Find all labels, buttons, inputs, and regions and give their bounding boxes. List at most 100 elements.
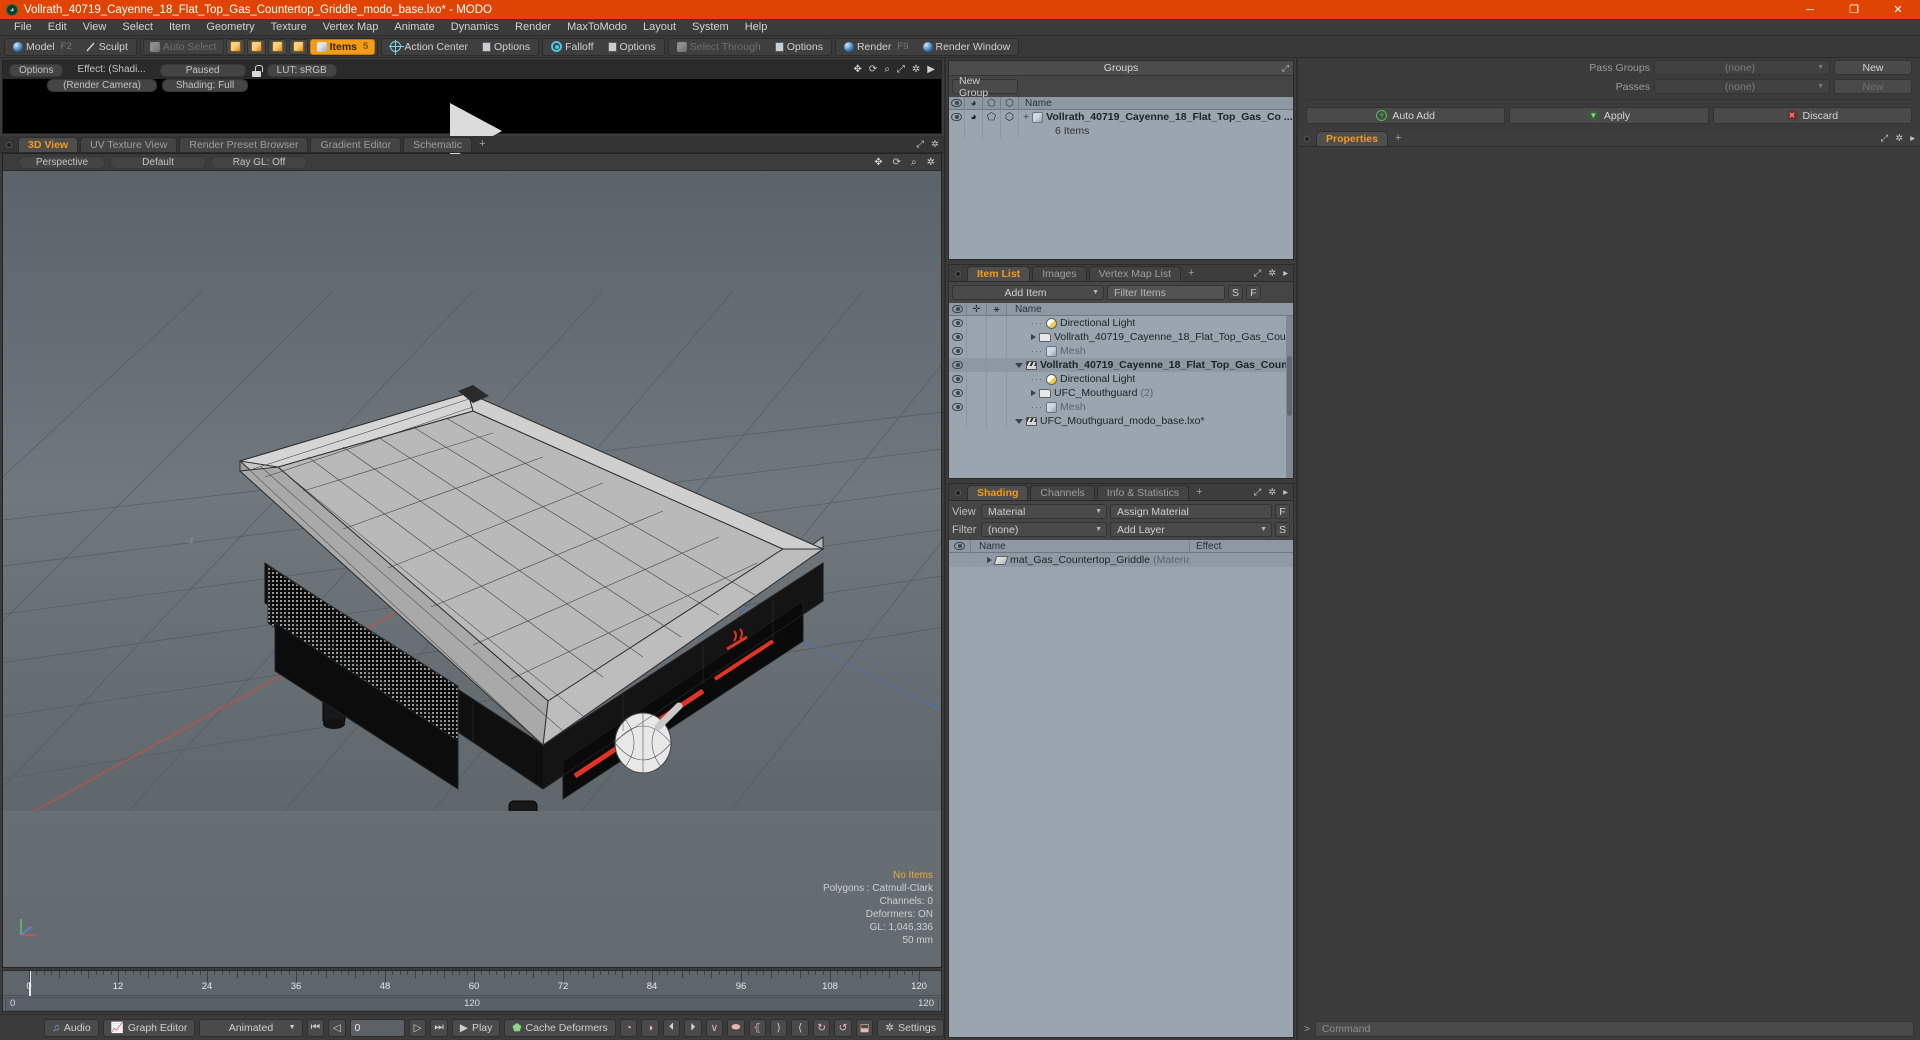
expand-arrow-icon[interactable] <box>1031 334 1036 340</box>
view-dropdown[interactable]: Material ▼ <box>981 504 1107 519</box>
range-out-icon[interactable]: ⟨ <box>791 1018 809 1037</box>
rotate-icon[interactable]: ⟳ <box>893 157 901 168</box>
sculpt-mode-button[interactable]: Sculpt <box>80 39 134 55</box>
move-icon[interactable]: ✥ <box>854 64 862 75</box>
transform-cell[interactable] <box>987 316 1007 330</box>
add-item-dropdown[interactable]: Add Item ▼ <box>952 285 1104 300</box>
fit-icon[interactable]: ⤢ <box>897 64 905 75</box>
menu-item-item[interactable]: Item <box>161 19 198 36</box>
ellipse-icon[interactable]: ⬬ <box>727 1018 745 1037</box>
minimize-button[interactable]: ─ <box>1788 0 1832 19</box>
table-row[interactable]: mat_Gas_Countertop_Griddle (Material) <box>949 553 1293 567</box>
new-group-button[interactable]: New Group <box>952 75 1018 99</box>
vertex-select-button[interactable] <box>225 38 245 55</box>
next-frame-icon[interactable]: ▷ <box>408 1018 427 1037</box>
timeline[interactable]: 0 12 24 36 48 60 72 84 96 108 120 0 120 120 <box>2 970 942 1012</box>
viewport-default-button[interactable]: Default <box>110 155 206 169</box>
key-prev-icon[interactable]: ⏴ <box>662 1018 681 1037</box>
list-item[interactable]: UFC_Mouthguard_modo_base.lxo* <box>949 414 1293 428</box>
expand-icon[interactable]: ⤢ <box>1254 487 1262 498</box>
loop-icon[interactable]: ↺ <box>834 1018 852 1037</box>
animated-dropdown[interactable]: Animated ▼ <box>199 1018 303 1037</box>
add-cell[interactable] <box>967 386 987 400</box>
gear-icon[interactable]: ✲ <box>931 139 939 150</box>
eye-cell[interactable] <box>949 358 967 372</box>
list-item[interactable]: ··· Mesh <box>949 400 1293 414</box>
list-item[interactable]: UFC_Mouthguard (2) <box>949 386 1293 400</box>
add-cell[interactable] <box>967 344 987 358</box>
add-cell[interactable] <box>967 400 987 414</box>
key-next-icon[interactable]: ⏵ <box>684 1018 702 1037</box>
preview-options-button[interactable]: Options <box>9 64 64 77</box>
expand-icon[interactable]: ⤢ <box>1282 63 1289 74</box>
expand-icon[interactable]: ⤢ <box>916 139 924 150</box>
eye-icon[interactable] <box>952 389 963 397</box>
to-start-icon[interactable]: ⏮ <box>306 1018 325 1037</box>
eye-cell[interactable] <box>949 400 967 414</box>
menu-item-animate[interactable]: Animate <box>386 19 442 36</box>
preview-lut-button[interactable]: LUT: sRGB <box>266 64 337 77</box>
expand-icon[interactable]: ⤢ <box>1254 268 1262 279</box>
play-arrow-icon[interactable]: ▶ <box>927 64 935 75</box>
list-item[interactable]: ··· Mesh <box>949 344 1293 358</box>
eye-cell[interactable] <box>949 386 967 400</box>
3d-viewport[interactable]: -z No Items Polygons: Catmull-Clark Cha… <box>3 171 941 967</box>
chevron-right-icon[interactable]: ▸ <box>1283 268 1288 279</box>
collapse-arrow-icon[interactable] <box>1015 418 1023 424</box>
gear-icon[interactable]: ✲ <box>1895 133 1903 144</box>
auto-select-button[interactable]: Auto Select <box>142 38 224 55</box>
auto-add-button[interactable]: + Auto Add <box>1306 107 1506 124</box>
preview-camera-button[interactable]: (Render Camera) <box>47 79 157 92</box>
select-through-button[interactable]: Select Through <box>671 39 767 55</box>
pass-groups-dropdown[interactable]: (none) ▼ <box>1654 60 1830 75</box>
model-mode-button[interactable]: Model F2 <box>7 39 78 55</box>
to-end-icon[interactable]: ⏭ <box>430 1018 448 1037</box>
render-window-button[interactable]: Render Window <box>917 39 1017 55</box>
add-cell[interactable] <box>967 358 987 372</box>
shading-s-button[interactable]: S <box>1275 522 1290 537</box>
list-item[interactable]: ··· Directional Light <box>949 316 1293 330</box>
add-cell[interactable] <box>967 316 987 330</box>
tab-schematic[interactable]: Schematic <box>403 137 473 152</box>
tab-info-statistics[interactable]: Info & Statistics <box>1096 485 1190 500</box>
tab-properties[interactable]: Properties <box>1316 131 1388 146</box>
cache-deformers-button[interactable]: ⬟ Cache Deformers <box>504 1018 616 1037</box>
command-input[interactable]: Command <box>1314 1021 1914 1037</box>
menu-item-file[interactable]: File <box>6 19 40 36</box>
timeline-range-bar[interactable]: 0 120 120 <box>5 997 939 1011</box>
menu-item-geometry[interactable]: Geometry <box>198 19 262 36</box>
items-mode-button[interactable]: Items 5 <box>309 38 376 55</box>
passes-dropdown[interactable]: (none) ▼ <box>1654 79 1830 94</box>
rotate-icon[interactable]: ⟳ <box>869 64 877 75</box>
apply-button[interactable]: ▼ Apply <box>1509 107 1709 124</box>
eye-icon[interactable] <box>952 333 963 341</box>
eye-icon[interactable] <box>951 113 962 121</box>
tab-render-preset-browser[interactable]: Render Preset Browser <box>179 137 309 152</box>
edge-select-button[interactable] <box>246 38 266 55</box>
eye-icon[interactable] <box>952 403 963 411</box>
maximize-button[interactable]: ❐ <box>1832 0 1876 19</box>
gear-icon[interactable]: ✲ <box>927 157 935 168</box>
close-button[interactable]: ✕ <box>1876 0 1920 19</box>
cycle-icon[interactable]: ↻ <box>812 1018 831 1037</box>
key-delete-icon[interactable]: ◑ <box>641 1018 659 1037</box>
tab-channels[interactable]: Channels <box>1030 485 1095 500</box>
list-item[interactable]: ··· Directional Light <box>949 372 1293 386</box>
viewport-raygl-button[interactable]: Ray GL: Off <box>211 155 307 169</box>
tab-strip-dot[interactable] <box>6 142 12 148</box>
shading-list-body[interactable]: mat_Gas_Countertop_Griddle (Material) <box>949 553 1293 1037</box>
eye-icon[interactable] <box>952 319 963 327</box>
filter-toggle-button[interactable]: F <box>1246 285 1261 300</box>
add-cell[interactable] <box>967 330 987 344</box>
action-center-options-button[interactable]: Options <box>476 39 536 55</box>
curve-icon[interactable]: ∨ <box>705 1018 724 1037</box>
render-button[interactable]: Render F9 <box>838 39 915 55</box>
menu-item-vertex-map[interactable]: Vertex Map <box>315 19 387 36</box>
menu-item-texture[interactable]: Texture <box>263 19 315 36</box>
preview-shading-button[interactable]: Shading: Full <box>162 79 248 92</box>
prev-frame-icon[interactable]: ◁ <box>328 1018 346 1037</box>
table-row[interactable]: ◕ ⬠ ⬡ + Vollrath_40719_Cayenne_18_Flat_T… <box>949 110 1293 124</box>
menu-item-view[interactable]: View <box>75 19 115 36</box>
transform-cell[interactable] <box>987 330 1007 344</box>
eye-cell[interactable] <box>949 372 967 386</box>
